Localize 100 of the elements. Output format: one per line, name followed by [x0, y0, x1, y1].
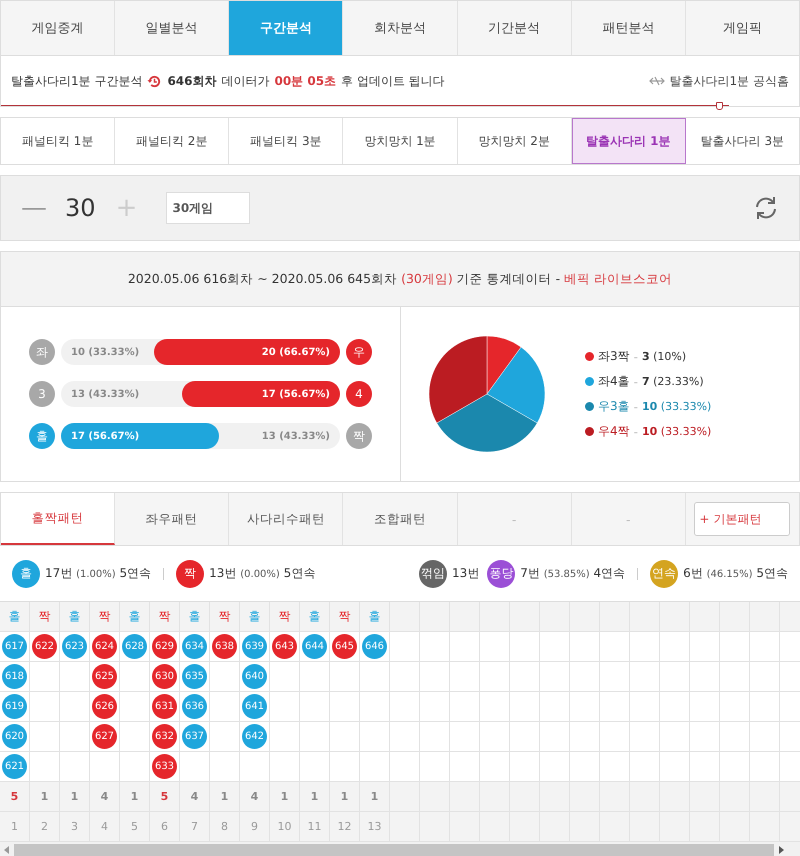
grid-cell [420, 662, 450, 692]
grid-cell [390, 722, 420, 752]
legend-label: 좌3짝 [598, 348, 630, 365]
grid-cell [720, 662, 750, 692]
legend-label: 우3홀 [598, 398, 630, 415]
streak-count: 1 [70, 790, 78, 803]
grid-cell [720, 692, 750, 722]
grid-cell [330, 722, 360, 752]
grid-cell [600, 722, 630, 752]
column-number: 7 [191, 820, 198, 833]
grid-cell [600, 782, 630, 812]
pattern-tab[interactable]: 홀짝패턴 [1, 493, 116, 545]
round-ball: 627 [92, 724, 117, 749]
basic-pattern-button[interactable]: + 기본패턴 [694, 502, 790, 536]
column-number: 3 [71, 820, 78, 833]
stats-period: 2020.05.06 616회차 ~ 2020.05.06 645회차 (30게임) 기준 통계데이터 - 베픽 라이브스코어 [128, 270, 672, 288]
label-circle: 우 [346, 339, 372, 365]
streak-count: 1 [280, 790, 288, 803]
grid-cell [630, 722, 660, 752]
column-number: 13 [368, 820, 382, 833]
grid-cell [300, 722, 330, 752]
grid-cell [330, 692, 360, 722]
streak-count: 4 [250, 790, 258, 803]
column-number: 2 [41, 820, 48, 833]
ratio-text: 17 (56.67%) [71, 430, 140, 442]
grid-cell [480, 782, 510, 812]
grid-cell [690, 632, 720, 662]
ratio-text: 13 (43.33%) [71, 388, 140, 400]
column-header: 홀 [300, 602, 330, 632]
grid-cell [540, 692, 570, 722]
grid-cell [660, 782, 690, 812]
streak-count: 4 [100, 790, 108, 803]
round-ball: 642 [242, 724, 267, 749]
legend-value: 10 (33.33%) [642, 400, 712, 413]
round-ball: 640 [242, 664, 267, 689]
grid-cell [750, 632, 780, 662]
grid-cell [540, 782, 570, 812]
grid-cell [630, 632, 660, 662]
pattern-badge: 연속 [650, 560, 678, 588]
grid-cell [540, 722, 570, 752]
pattern-stat: 17번 (1.00%) 5연속 [45, 565, 152, 582]
grid-cell [720, 722, 750, 752]
scroll-right-icon[interactable] [778, 846, 784, 854]
streak-count: 1 [220, 790, 228, 803]
column-header: 짝 [90, 602, 120, 632]
legend-value: 7 (23.33%) [642, 375, 704, 388]
grid-cell [660, 722, 690, 752]
scrollbar-thumb[interactable] [14, 844, 774, 856]
column-number: 6 [161, 820, 168, 833]
column-number: 9 [251, 820, 258, 833]
column-number: 1 [11, 820, 18, 833]
round-ball: 628 [122, 634, 147, 659]
game-count-field[interactable]: 30게임 [166, 192, 250, 224]
refresh-icon[interactable] [753, 195, 779, 221]
grid-cell [450, 692, 480, 722]
round-ball: 618 [2, 664, 27, 689]
game-tab[interactable]: 탈출사다리 1분 [572, 118, 686, 164]
legend-label: 우4짝 [598, 423, 630, 440]
grid-cell [420, 632, 450, 662]
official-home-link[interactable]: 탈출사다리1분 공식홈 [670, 72, 789, 90]
grid-cell [390, 692, 420, 722]
streak-count: 1 [310, 790, 318, 803]
legend-separator: - [634, 400, 638, 414]
grid-cell [690, 662, 720, 692]
grid-cell [540, 662, 570, 692]
streak-count: 4 [190, 790, 198, 803]
grid-cell [660, 692, 690, 722]
round-ball: 633 [152, 754, 177, 779]
round-ball: 617 [2, 634, 27, 659]
grid-cell [690, 692, 720, 722]
grid-cell [600, 632, 630, 662]
round-ball: 631 [152, 694, 177, 719]
label-circle: 짝 [346, 423, 372, 449]
legend-separator: - [634, 350, 638, 364]
pattern-stat: 13번 (0.00%) 5연속 [209, 565, 316, 582]
round-ball: 636 [182, 694, 207, 719]
countdown: 00분 05초 [274, 72, 336, 90]
streak-count: 5 [160, 790, 168, 803]
grid-cell [540, 632, 570, 662]
grid-cell [750, 782, 780, 812]
grid-cell [420, 692, 450, 722]
grid-cell [480, 692, 510, 722]
column-header: 짝 [270, 602, 300, 632]
column-number: 10 [278, 820, 292, 833]
streak-count: 1 [40, 790, 48, 803]
round-ball: 620 [2, 724, 27, 749]
column-header: 홀 [120, 602, 150, 632]
ratio-text: 10 (33.33%) [71, 346, 140, 358]
grid-cell [420, 722, 450, 752]
round-ball: 619 [2, 694, 27, 719]
grid-cell [600, 692, 630, 722]
grid-cell [750, 722, 780, 752]
grid-cell [390, 662, 420, 692]
grid-cell [510, 632, 540, 662]
grid-cell [570, 782, 600, 812]
round-ball: 643 [272, 634, 297, 659]
pattern-badge: 꺾임 [419, 560, 447, 588]
grid-cell [660, 632, 690, 662]
grid-cell [480, 662, 510, 692]
round-ball: 638 [212, 634, 237, 659]
